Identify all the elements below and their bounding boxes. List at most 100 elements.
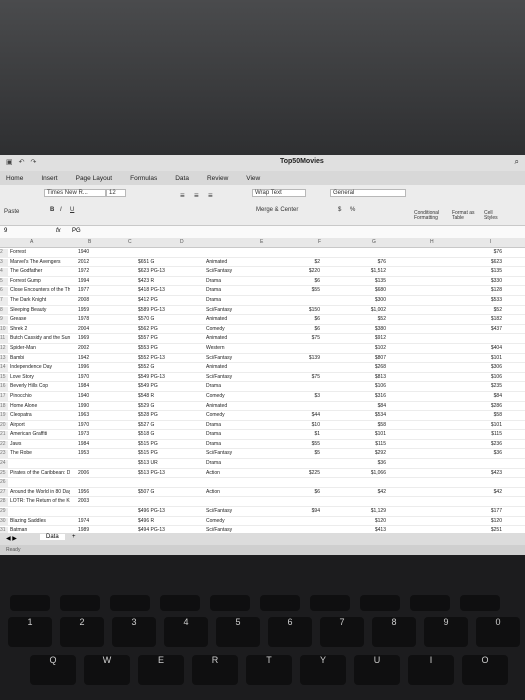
cell[interactable]: 1996 bbox=[78, 364, 108, 370]
align-left-icon[interactable]: ≡ bbox=[180, 191, 185, 200]
tab-review[interactable]: Review bbox=[207, 175, 228, 182]
cell[interactable]: $3 bbox=[296, 393, 320, 399]
cell[interactable]: Sci/Fantasy bbox=[206, 508, 264, 514]
row-number[interactable]: 11 bbox=[0, 335, 8, 344]
cell[interactable]: $135 bbox=[356, 278, 386, 284]
row-number[interactable]: 3 bbox=[0, 258, 8, 268]
cell[interactable]: Sleeping Beauty bbox=[10, 307, 70, 313]
cell[interactable]: $912 bbox=[356, 335, 386, 341]
add-sheet-button[interactable]: + bbox=[72, 534, 76, 540]
name-box[interactable]: 9 bbox=[4, 228, 7, 234]
cell[interactable]: $115 bbox=[478, 431, 502, 437]
cell[interactable]: $55 bbox=[296, 441, 320, 447]
row-number[interactable]: 5 bbox=[0, 277, 8, 287]
cell[interactable]: 1959 bbox=[78, 307, 108, 313]
cell[interactable]: $225 bbox=[296, 470, 320, 476]
row-number[interactable]: 18 bbox=[0, 402, 8, 412]
cell[interactable]: $507 G bbox=[138, 489, 186, 495]
cell[interactable]: $418 PG-13 bbox=[138, 287, 186, 293]
cell[interactable]: 1977 bbox=[78, 287, 108, 293]
cell[interactable]: The Dark Knight bbox=[10, 297, 70, 303]
cell[interactable]: $76 bbox=[356, 259, 386, 265]
row-number[interactable]: 6 bbox=[0, 287, 8, 296]
merge-center-button[interactable]: Merge & Center bbox=[256, 207, 298, 213]
cell[interactable]: $529 G bbox=[138, 403, 186, 409]
cell[interactable]: Comedy bbox=[206, 518, 264, 524]
cell[interactable]: $52 bbox=[478, 307, 502, 313]
cell[interactable]: Cleopatra bbox=[10, 412, 70, 418]
cell[interactable]: $84 bbox=[356, 403, 386, 409]
cell[interactable]: $75 bbox=[296, 374, 320, 380]
row-number[interactable]: 21 bbox=[0, 431, 8, 440]
cell[interactable]: Drama bbox=[206, 422, 264, 428]
align-right-icon[interactable]: ≡ bbox=[208, 191, 213, 200]
currency-button[interactable]: $ bbox=[338, 207, 341, 213]
cell[interactable]: Sci/Fantasy bbox=[206, 374, 264, 380]
cell[interactable]: Animated bbox=[206, 259, 264, 265]
cell[interactable]: $552 PG-13 bbox=[138, 355, 186, 361]
cell[interactable]: $1 bbox=[296, 431, 320, 437]
row-number[interactable]: 24 bbox=[0, 460, 8, 469]
cell[interactable]: $527 G bbox=[138, 422, 186, 428]
cell[interactable]: $1,512 bbox=[356, 268, 386, 274]
number-format-select[interactable]: General bbox=[330, 189, 406, 197]
cell[interactable]: Western bbox=[206, 345, 264, 351]
sheet-nav-icon[interactable]: ◀ ▶ bbox=[6, 535, 17, 542]
row-number[interactable]: 26 bbox=[0, 479, 8, 488]
cell[interactable]: Forrest Gump bbox=[10, 278, 70, 284]
cell[interactable]: $553 PG bbox=[138, 345, 186, 351]
cell[interactable]: $534 bbox=[356, 412, 386, 418]
row-number[interactable]: 19 bbox=[0, 412, 8, 421]
row-number[interactable]: 13 bbox=[0, 354, 8, 364]
conditional-formatting-button[interactable]: Conditional Formatting bbox=[414, 211, 448, 221]
save-icon[interactable]: ▣ bbox=[6, 158, 13, 166]
cell[interactable]: $36 bbox=[356, 460, 386, 466]
row-number[interactable]: 28 bbox=[0, 498, 8, 508]
cell[interactable]: $120 bbox=[478, 518, 502, 524]
column-header[interactable]: H bbox=[430, 239, 434, 245]
cell[interactable]: Pinocchio bbox=[10, 393, 70, 399]
cell[interactable]: $412 PG bbox=[138, 297, 186, 303]
column-header[interactable]: F bbox=[318, 239, 321, 245]
cell[interactable]: $528 PG bbox=[138, 412, 186, 418]
cell[interactable]: 1984 bbox=[78, 441, 108, 447]
cell[interactable]: $557 PG bbox=[138, 335, 186, 341]
cell[interactable]: Bambi bbox=[10, 355, 70, 361]
undo-icon[interactable]: ↶ bbox=[19, 158, 25, 166]
cell[interactable]: $76 bbox=[478, 249, 502, 255]
column-header[interactable]: B bbox=[88, 239, 91, 245]
cell[interactable]: 2008 bbox=[78, 297, 108, 303]
cell[interactable]: Action bbox=[206, 489, 264, 495]
cell[interactable]: 2004 bbox=[78, 326, 108, 332]
cell[interactable]: $101 bbox=[478, 355, 502, 361]
row-number[interactable]: 30 bbox=[0, 517, 8, 527]
cell[interactable]: Drama bbox=[206, 278, 264, 284]
cell[interactable]: $515 PG bbox=[138, 441, 186, 447]
cell[interactable]: $570 G bbox=[138, 316, 186, 322]
cell[interactable]: Butch Cassidy and the Sundance Kid bbox=[10, 335, 70, 341]
cell[interactable]: $437 bbox=[478, 326, 502, 332]
cell[interactable]: $651 G bbox=[138, 259, 186, 265]
column-header[interactable]: E bbox=[260, 239, 263, 245]
cell[interactable]: Sci/Fantasy bbox=[206, 355, 264, 361]
cell[interactable]: $552 G bbox=[138, 364, 186, 370]
cell[interactable]: $120 bbox=[356, 518, 386, 524]
tab-page-layout[interactable]: Page Layout bbox=[76, 175, 113, 182]
wrap-text-button[interactable]: Wrap Text bbox=[252, 189, 306, 197]
cell[interactable]: $380 bbox=[356, 326, 386, 332]
cell[interactable]: Animated bbox=[206, 403, 264, 409]
cell[interactable]: $423 bbox=[478, 470, 502, 476]
cell[interactable]: $513 PG-13 bbox=[138, 470, 186, 476]
cell[interactable]: $102 bbox=[356, 345, 386, 351]
cell[interactable]: $101 bbox=[478, 422, 502, 428]
cell[interactable]: $42 bbox=[478, 489, 502, 495]
row-number[interactable]: 14 bbox=[0, 364, 8, 373]
cell[interactable]: $549 PG bbox=[138, 383, 186, 389]
row-number[interactable]: 9 bbox=[0, 316, 8, 325]
cell[interactable]: 1956 bbox=[78, 489, 108, 495]
column-header[interactable]: G bbox=[372, 239, 376, 245]
cell[interactable]: Close Encounters of the Third Kind bbox=[10, 287, 70, 293]
row-number[interactable]: 8 bbox=[0, 306, 8, 316]
cell[interactable]: 1963 bbox=[78, 412, 108, 418]
cell[interactable]: Drama bbox=[206, 431, 264, 437]
